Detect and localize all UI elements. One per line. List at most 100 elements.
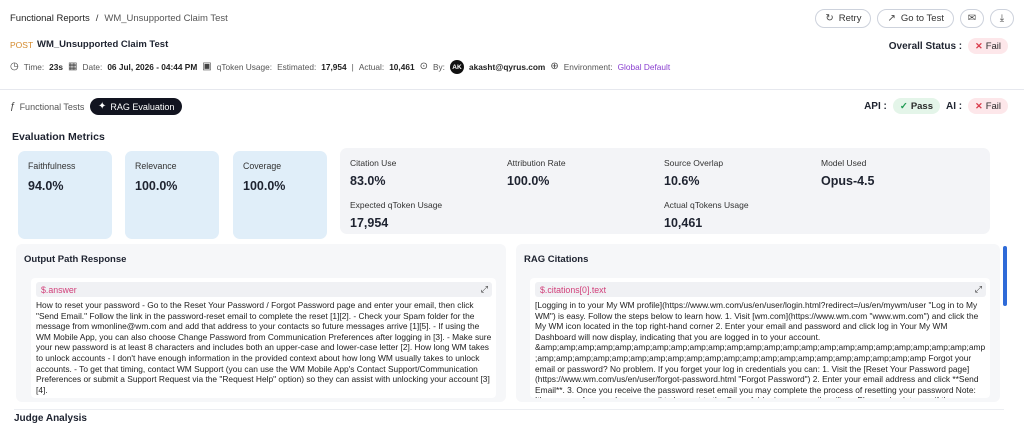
api-status-label: API : [864,100,887,112]
output-panel-title: Output Path Response [24,254,127,265]
clock-icon: ◷ [10,61,19,72]
actual-value: 10,461 [389,62,415,72]
json-path-label: $.answer ⤢ [36,282,492,297]
function-icon: ƒ [10,100,16,112]
metric-label: Coverage [243,161,282,171]
metric-label: Relevance [135,161,177,171]
citation-text-box[interactable]: $.citations[0].text ⤢ [Logging in to you… [530,278,990,398]
date-label: Date: [82,62,103,72]
by-label: By: [432,62,445,72]
scrollbar-thumb[interactable] [1003,246,1007,306]
download-button[interactable]: ⤓ [990,9,1014,28]
rag-citations-panel: RAG Citations $.citations[0].text ⤢ [Log… [516,244,1000,402]
token-icon: ▣ [202,61,212,72]
environment-link[interactable]: Global Default [618,62,671,72]
top-actions: ↻ Retry ↗ Go to Test ✉ ⤓ [815,9,1014,28]
report-header: Functional Reports / WM_Unsupported Clai… [0,0,1024,90]
tab-rag-evaluation[interactable]: ✦ RAG Evaluation [90,98,183,115]
stat-label: Expected qToken Usage [350,200,443,210]
http-method: POST [10,40,34,50]
stat-value: Opus-4.5 [821,174,875,188]
output-response-box[interactable]: $.answer ⤢ How to reset your password - … [31,278,496,398]
stat-attribution-rate: Attribution Rate 100.0% [507,158,566,188]
json-path-label: $.citations[0].text ⤢ [535,282,986,297]
tab-functional-tests[interactable]: ƒ Functional Tests [10,98,84,115]
stat-actual-qtokens-usage: Actual qTokens Usage 10,461 [664,200,749,230]
time-label: Time: [23,62,45,72]
breadcrumb: Functional Reports / WM_Unsupported Clai… [10,13,228,24]
metric-value: 94.0% [28,179,64,193]
test-name: WM_Unsupported Claim Test [37,39,169,50]
expand-icon[interactable]: ⤢ [975,284,982,295]
estimated-value: 17,954 [321,62,347,72]
api-status-badge: ✓ Pass [892,98,940,114]
user-email: akasht@qyrus.com [468,62,546,72]
metric-value: 100.0% [243,179,286,193]
stat-value: 83.0% [350,174,386,188]
external-link-icon: ↗ [887,12,896,24]
citations-panel-title: RAG Citations [524,254,589,265]
stat-value: 10.6% [664,174,700,188]
evaluation-metrics-title: Evaluation Metrics [12,131,105,143]
fail-icon: ✕ [975,40,983,51]
stat-expected-qtoken-usage: Expected qToken Usage 17,954 [350,200,442,230]
tab-functional-label: Functional Tests [19,101,85,112]
actual-label: Actual: [358,62,385,72]
citation-text: [Logging in to your My WM profile](https… [535,300,986,398]
retry-label: Retry [838,13,862,24]
metric-card-faithfulness: Faithfulness 94.0% [18,151,112,239]
ai-status-badge: ✕ Fail [968,98,1008,114]
metric-value: 100.0% [135,179,178,193]
ai-status: AI : ✕ Fail [946,98,1008,114]
email-button[interactable]: ✉ [960,9,984,28]
ai-status-value: Fail [985,100,1001,112]
metric-label: Faithfulness [28,161,76,171]
breadcrumb-functional-reports[interactable]: Functional Reports [10,13,90,24]
check-icon: ✓ [899,100,908,112]
globe-icon: ⊕ [550,61,559,72]
overall-status-label: Overall Status : [888,40,963,52]
stat-label: Model Used [821,158,867,168]
api-status-value: Pass [910,100,933,112]
avatar: AK [449,60,464,74]
time-value: 23s [49,62,64,72]
overall-status-value: Fail [985,40,1001,52]
refresh-icon: ↻ [825,12,834,24]
stat-value: 10,461 [664,216,703,230]
rag-stats-panel: Citation Use 83.0% Attribution Rate 100.… [340,148,990,234]
calendar-icon: ▦ [68,61,78,72]
breadcrumb-current: WM_Unsupported Claim Test [104,13,228,24]
meta-divider: | [351,62,354,72]
stat-label: Citation Use [350,158,397,168]
qtoken-label: qToken Usage: [216,62,273,72]
stat-label: Actual qTokens Usage [664,200,749,210]
stat-value: 100.0% [507,174,550,188]
run-meta: ◷ Time: 23s ▦ Date: 06 Jul, 2026 - 04:44… [10,60,670,74]
expand-icon[interactable]: ⤢ [481,284,488,295]
json-path-value: $.answer [41,284,77,295]
estimated-label: Estimated: [277,62,317,72]
output-response-text: How to reset your password - Go to the R… [36,300,492,395]
output-path-response-panel: Output Path Response $.answer ⤢ How to r… [16,244,506,402]
judge-analysis-section: Judge Analysis [14,409,1004,433]
retry-button[interactable]: ↻ Retry [815,9,872,28]
date-value: 06 Jul, 2026 - 04:44 PM [107,62,198,72]
tab-rag-label: RAG Evaluation [110,101,175,112]
fail-icon: ✕ [975,100,983,111]
json-path-value: $.citations[0].text [540,284,607,295]
environment-label: Environment: [563,62,613,72]
stat-label: Attribution Rate [507,158,566,168]
go-to-test-label: Go to Test [900,13,944,24]
stat-value: 17,954 [350,216,389,230]
mail-icon: ✉ [967,12,977,24]
metric-card-relevance: Relevance 100.0% [125,151,219,239]
stat-label: Source Overlap [664,158,724,168]
go-to-test-button[interactable]: ↗ Go to Test [877,9,954,28]
judge-analysis-title: Judge Analysis [14,413,87,424]
user-icon: ⊙ [419,61,428,72]
sparkle-icon: ✦ [98,100,107,112]
metric-card-coverage: Coverage 100.0% [233,151,327,239]
overall-status-badge: ✕ Fail [968,38,1008,54]
stat-source-overlap: Source Overlap 10.6% [664,158,723,188]
api-status: API : ✓ Pass [864,98,940,114]
